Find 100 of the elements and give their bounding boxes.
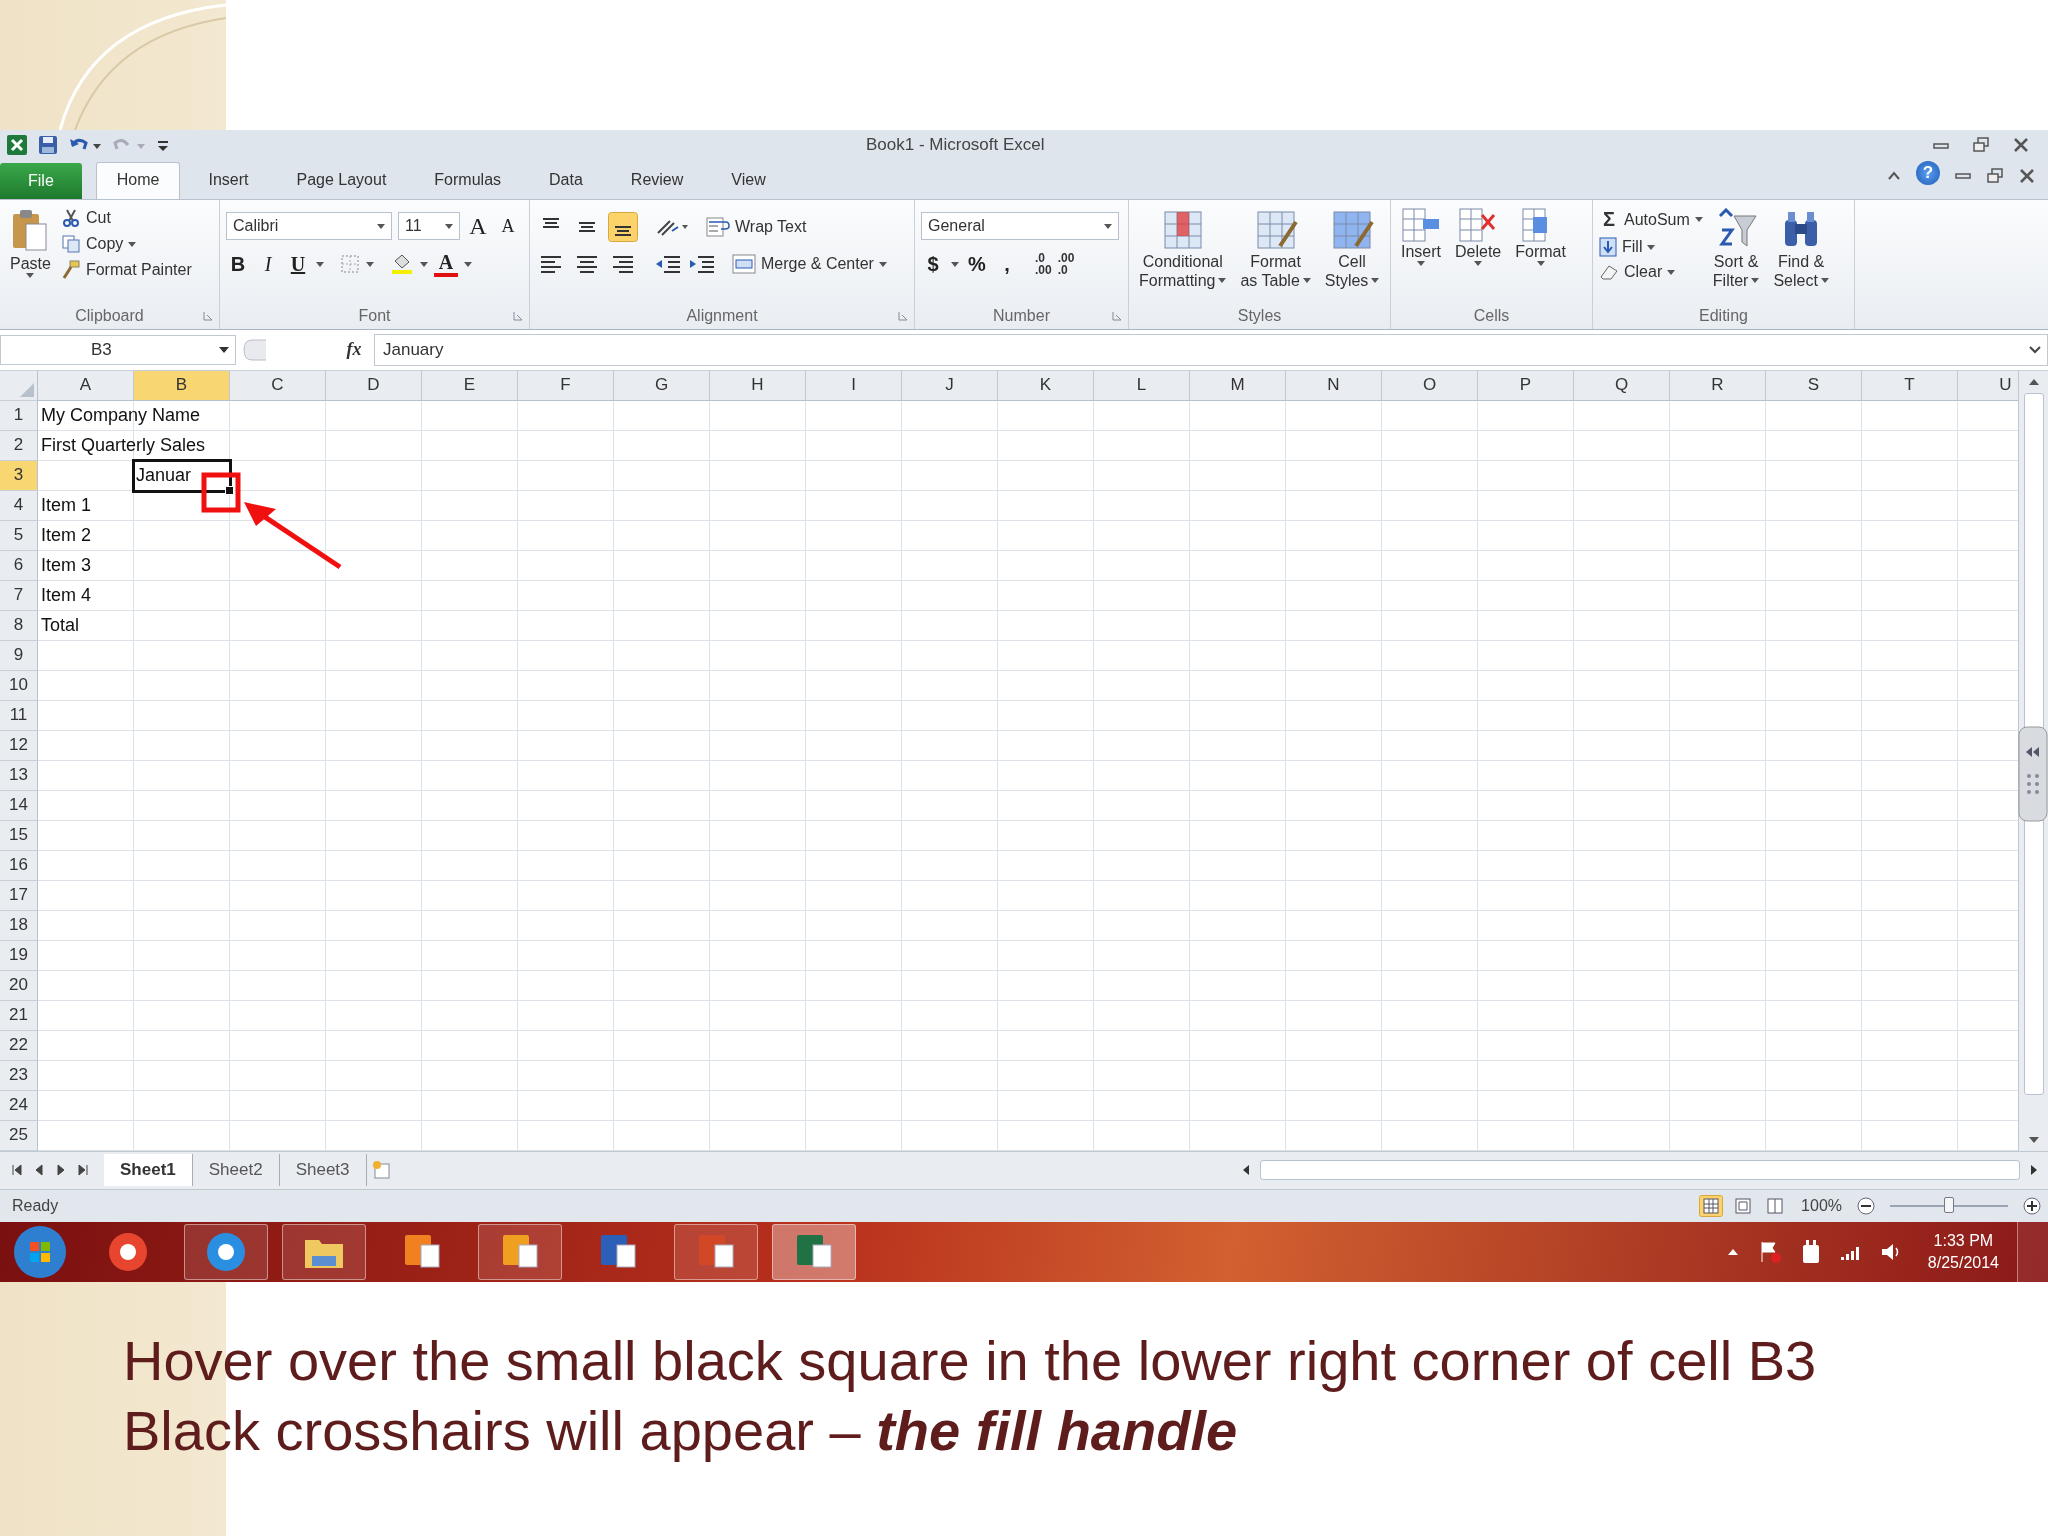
row-header[interactable]: 1 xyxy=(0,400,38,431)
row-header[interactable]: 12 xyxy=(0,730,38,761)
row-header[interactable]: 6 xyxy=(0,550,38,581)
decrease-decimal-button[interactable]: .00 .0 xyxy=(1057,252,1075,277)
close-icon[interactable] xyxy=(2018,167,2036,184)
restore-icon[interactable] xyxy=(1972,136,1990,153)
taskbar-button[interactable] xyxy=(674,1223,758,1280)
cells-button[interactable]: Format xyxy=(1511,206,1570,269)
clear-button[interactable]: Clear xyxy=(1599,263,1703,282)
font-name-field[interactable]: Calibri xyxy=(226,212,392,241)
taskbar-button[interactable] xyxy=(772,1223,856,1280)
style-button[interactable]: Conditional Formatting xyxy=(1135,206,1231,293)
currency-button[interactable]: $ xyxy=(921,250,945,279)
sheet-tab[interactable]: Sheet3 xyxy=(279,1154,367,1187)
dialog-launcher-icon[interactable] xyxy=(1112,311,1122,322)
vertical-align-button[interactable] xyxy=(608,212,638,243)
row-header[interactable]: 7 xyxy=(0,580,38,611)
dialog-launcher-icon[interactable] xyxy=(513,311,523,322)
row-header[interactable]: 18 xyxy=(0,910,38,941)
column-header[interactable]: B xyxy=(134,370,230,401)
row-header[interactable]: 20 xyxy=(0,970,38,1001)
font-color-button[interactable]: A xyxy=(434,251,458,278)
row-header[interactable]: 9 xyxy=(0,640,38,671)
row-header[interactable]: 23 xyxy=(0,1060,38,1091)
shrink-font-button[interactable]: A xyxy=(496,212,520,241)
number-format-field[interactable]: General xyxy=(921,212,1119,241)
paste-button[interactable]: Paste xyxy=(6,206,55,281)
resize-handle-icon[interactable] xyxy=(242,337,268,362)
fill-color-icon[interactable] xyxy=(390,253,414,276)
row-header[interactable]: 8 xyxy=(0,610,38,641)
increase-decimal-button[interactable]: .0 .00 xyxy=(1035,252,1052,277)
italic-button[interactable]: I xyxy=(256,250,280,279)
ribbon-tab[interactable]: Formulas xyxy=(414,163,522,200)
insert-function-button[interactable]: fx xyxy=(334,339,374,361)
column-header[interactable]: P xyxy=(1478,370,1574,401)
active-cell[interactable]: Januar xyxy=(132,458,232,493)
ribbon-tab[interactable]: Page Layout xyxy=(276,163,407,200)
find-select-button[interactable]: Find & Select xyxy=(1769,206,1833,293)
sheet-nav-icon[interactable] xyxy=(76,1163,90,1178)
save-icon[interactable] xyxy=(38,134,58,155)
column-header[interactable]: D xyxy=(326,370,422,401)
column-header[interactable]: G xyxy=(614,370,710,401)
cut-button[interactable]: Cut xyxy=(60,208,192,229)
row-header[interactable]: 4 xyxy=(0,490,38,521)
row-header[interactable]: 19 xyxy=(0,940,38,971)
copy-button[interactable]: Copy xyxy=(60,234,192,255)
column-header[interactable]: T xyxy=(1862,370,1958,401)
formula-input[interactable]: January xyxy=(374,333,2048,366)
cells-button[interactable]: Delete xyxy=(1451,206,1506,269)
autosum-button[interactable]: Σ AutoSum xyxy=(1599,208,1703,232)
bold-button[interactable]: B xyxy=(226,250,250,279)
dialog-launcher-icon[interactable] xyxy=(203,311,213,322)
percent-button[interactable]: % xyxy=(965,250,989,279)
close-icon[interactable] xyxy=(2012,136,2030,153)
underline-button[interactable]: U xyxy=(286,250,310,279)
scroll-thumb[interactable] xyxy=(1260,1160,2020,1181)
style-button[interactable]: Format as Table xyxy=(1236,206,1315,293)
zoom-in-icon[interactable] xyxy=(2022,1196,2042,1217)
font-size-field[interactable]: 11 xyxy=(398,212,460,241)
row-header[interactable]: 14 xyxy=(0,790,38,821)
row-header[interactable]: 16 xyxy=(0,850,38,881)
ribbon-tab[interactable]: Data xyxy=(529,163,603,200)
zoom-level[interactable]: 100% xyxy=(1801,1197,1842,1216)
side-panel-handle-drawing[interactable] xyxy=(2018,725,2048,822)
ribbon-tab[interactable]: View xyxy=(711,163,786,200)
dialog-launcher-icon[interactable] xyxy=(898,311,908,322)
column-header[interactable]: R xyxy=(1670,370,1766,401)
column-header[interactable]: J xyxy=(902,370,998,401)
column-header[interactable]: I xyxy=(806,370,902,401)
column-header[interactable]: H xyxy=(710,370,806,401)
column-header[interactable]: Q xyxy=(1574,370,1670,401)
cells-button[interactable]: Insert xyxy=(1397,206,1445,269)
column-header[interactable]: F xyxy=(518,370,614,401)
row-header[interactable]: 17 xyxy=(0,880,38,911)
wrap-text-button[interactable]: Wrap Text xyxy=(706,216,807,239)
row-header[interactable]: 25 xyxy=(0,1120,38,1151)
row-header[interactable]: 11 xyxy=(0,700,38,731)
row-header[interactable]: 24 xyxy=(0,1090,38,1121)
taskbar-button[interactable] xyxy=(282,1223,366,1280)
column-header[interactable]: S xyxy=(1766,370,1862,401)
ribbon-tab[interactable]: Review xyxy=(610,163,704,200)
row-header[interactable]: 22 xyxy=(0,1030,38,1061)
column-header[interactable]: N xyxy=(1286,370,1382,401)
sheet-nav-icon[interactable] xyxy=(10,1163,24,1178)
merge-center-button[interactable]: Merge & Center xyxy=(732,253,887,276)
sheet-tab[interactable]: Sheet1 xyxy=(104,1154,193,1187)
ribbon-tab[interactable]: Home xyxy=(95,162,181,200)
row-header[interactable]: 3 xyxy=(0,460,38,491)
column-header[interactable]: A xyxy=(38,370,134,401)
column-header[interactable]: L xyxy=(1094,370,1190,401)
column-header[interactable]: O xyxy=(1382,370,1478,401)
column-header[interactable]: K xyxy=(998,370,1094,401)
column-header[interactable]: E xyxy=(422,370,518,401)
style-button[interactable]: Cell Styles xyxy=(1320,206,1384,293)
expand-icon[interactable] xyxy=(2029,345,2041,354)
grow-font-button[interactable]: A xyxy=(466,212,490,241)
clock[interactable]: 1:33 PM 8/25/2014 xyxy=(1927,1229,1999,1274)
name-box[interactable]: B3 xyxy=(0,334,236,365)
comma-button[interactable]: , xyxy=(995,250,1019,279)
scroll-down-icon[interactable] xyxy=(2026,1134,2041,1145)
